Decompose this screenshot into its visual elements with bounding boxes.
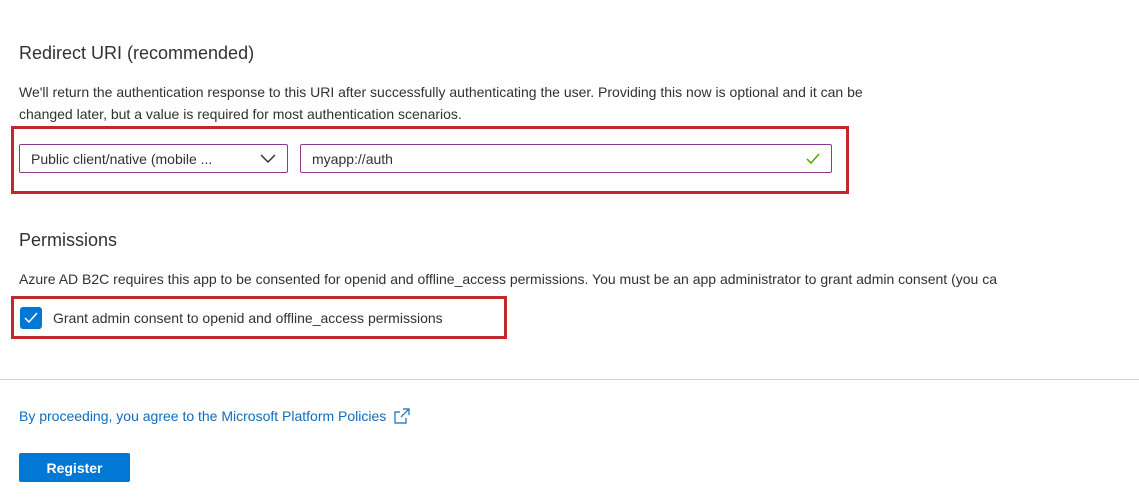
grant-consent-checkbox[interactable]	[20, 307, 42, 329]
platform-select[interactable]: Public client/native (mobile ...	[19, 144, 288, 173]
register-button[interactable]: Register	[19, 453, 130, 482]
divider	[0, 379, 1139, 380]
redirect-uri-value: myapp://auth	[312, 150, 393, 167]
permissions-heading: Permissions	[19, 230, 118, 250]
external-link-icon	[394, 408, 410, 424]
redirect-uri-heading: Redirect URI (recommended)	[19, 43, 255, 63]
redirect-description-line1: We'll return the authentication response…	[19, 84, 863, 100]
permissions-description: Azure AD B2C requires this app to be con…	[19, 271, 997, 287]
grant-consent-label[interactable]: Grant admin consent to openid and offlin…	[53, 307, 443, 329]
checkmark-valid-icon	[806, 153, 820, 164]
redirect-uri-input[interactable]: myapp://auth	[300, 144, 832, 173]
redirect-description-line2: changed later, but a value is required f…	[19, 106, 462, 122]
checkmark-icon	[24, 312, 38, 324]
platform-select-value: Public client/native (mobile ...	[31, 150, 213, 167]
policy-link-row[interactable]: By proceeding, you agree to the Microsof…	[19, 408, 410, 424]
chevron-down-icon	[260, 153, 276, 163]
platform-policies-link[interactable]: By proceeding, you agree to the Microsof…	[19, 408, 386, 424]
